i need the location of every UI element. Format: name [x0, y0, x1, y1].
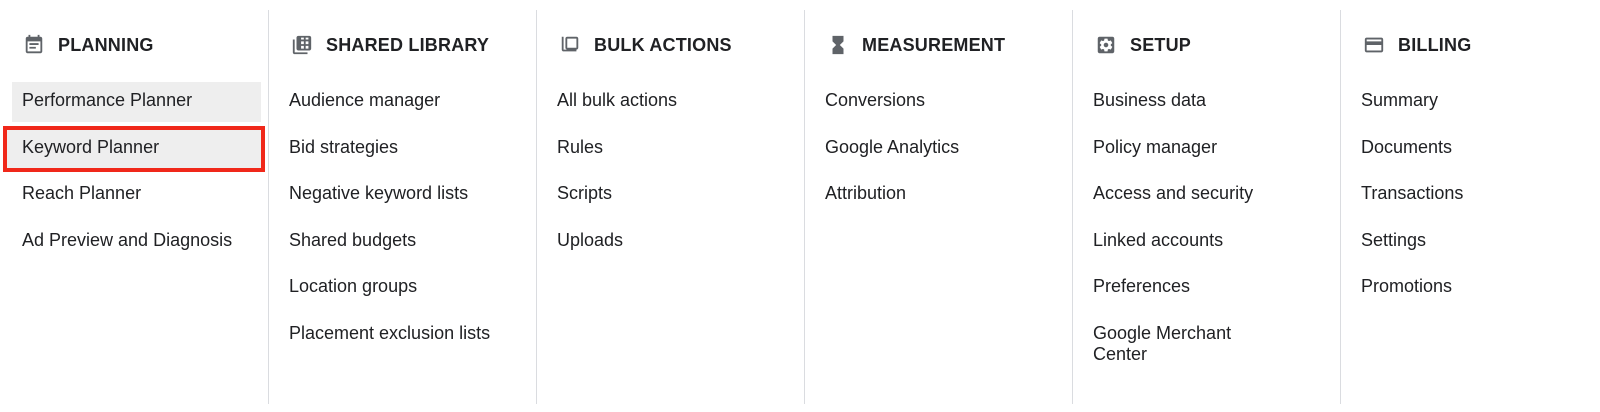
menu-item-transactions[interactable]: Transactions — [1340, 175, 1600, 215]
column-title: BULK ACTIONS — [594, 34, 732, 55]
copy-stack-icon — [558, 33, 582, 57]
menu-item-google-analytics[interactable]: Google Analytics — [804, 129, 1072, 169]
menu-item-keyword-planner[interactable]: Keyword Planner — [3, 125, 265, 172]
column-title: BILLING — [1398, 34, 1472, 55]
tools-menu: PLANNING Performance Planner Keyword Pla… — [0, 0, 1600, 412]
credit-card-icon — [1362, 33, 1386, 57]
menu-item-bid-strategies[interactable]: Bid strategies — [268, 129, 536, 169]
column-billing: BILLING Summary Documents Transactions S… — [1340, 0, 1600, 412]
menu-item-location-groups[interactable]: Location groups — [268, 268, 536, 308]
column-header-billing: BILLING — [1340, 30, 1600, 60]
column-title: SHARED LIBRARY — [326, 34, 490, 55]
hourglass-icon — [826, 33, 850, 57]
column-header-setup: SETUP — [1072, 30, 1340, 60]
menu-item-ad-preview-and-diagnosis[interactable]: Ad Preview and Diagnosis — [12, 222, 261, 262]
menu-item-negative-keyword-lists[interactable]: Negative keyword lists — [268, 175, 536, 215]
column-title: PLANNING — [58, 34, 154, 55]
calendar-note-icon — [22, 33, 46, 57]
menu-item-scripts[interactable]: Scripts — [536, 175, 804, 215]
menu-item-reach-planner[interactable]: Reach Planner — [12, 175, 261, 215]
column-header-planning: PLANNING — [0, 30, 268, 60]
menu-item-summary[interactable]: Summary — [1340, 82, 1600, 122]
menu-item-performance-planner[interactable]: Performance Planner — [12, 82, 261, 122]
column-bulk-actions: BULK ACTIONS All bulk actions Rules Scri… — [536, 0, 804, 412]
column-planning: PLANNING Performance Planner Keyword Pla… — [0, 0, 268, 412]
menu-item-audience-manager[interactable]: Audience manager — [268, 82, 536, 122]
menu-item-business-data[interactable]: Business data — [1072, 82, 1340, 122]
menu-item-documents[interactable]: Documents — [1340, 129, 1600, 169]
grid-library-icon — [290, 33, 314, 57]
menu-item-policy-manager[interactable]: Policy manager — [1072, 129, 1340, 169]
menu-item-uploads[interactable]: Uploads — [536, 222, 804, 262]
column-title: MEASUREMENT — [862, 34, 1006, 55]
column-setup: SETUP Business data Policy manager Acces… — [1072, 0, 1340, 412]
menu-item-preferences[interactable]: Preferences — [1072, 268, 1340, 308]
column-header-bulk-actions: BULK ACTIONS — [536, 30, 804, 60]
menu-item-all-bulk-actions[interactable]: All bulk actions — [536, 82, 804, 122]
column-title: SETUP — [1130, 34, 1192, 55]
menu-item-google-merchant-center[interactable]: Google Merchant Center — [1072, 315, 1272, 373]
menu-item-linked-accounts[interactable]: Linked accounts — [1072, 222, 1340, 262]
menu-item-rules[interactable]: Rules — [536, 129, 804, 169]
settings-gear-icon — [1094, 33, 1118, 57]
menu-item-attribution[interactable]: Attribution — [804, 175, 1072, 215]
menu-item-shared-budgets[interactable]: Shared budgets — [268, 222, 536, 262]
menu-item-placement-exclusion-lists[interactable]: Placement exclusion lists — [268, 315, 536, 355]
menu-item-access-and-security[interactable]: Access and security — [1072, 175, 1340, 215]
column-header-measurement: MEASUREMENT — [804, 30, 1072, 60]
menu-item-promotions[interactable]: Promotions — [1340, 268, 1600, 308]
column-header-shared-library: SHARED LIBRARY — [268, 30, 536, 60]
column-measurement: MEASUREMENT Conversions Google Analytics… — [804, 0, 1072, 412]
menu-item-settings[interactable]: Settings — [1340, 222, 1600, 262]
column-shared-library: SHARED LIBRARY Audience manager Bid stra… — [268, 0, 536, 412]
menu-item-conversions[interactable]: Conversions — [804, 82, 1072, 122]
